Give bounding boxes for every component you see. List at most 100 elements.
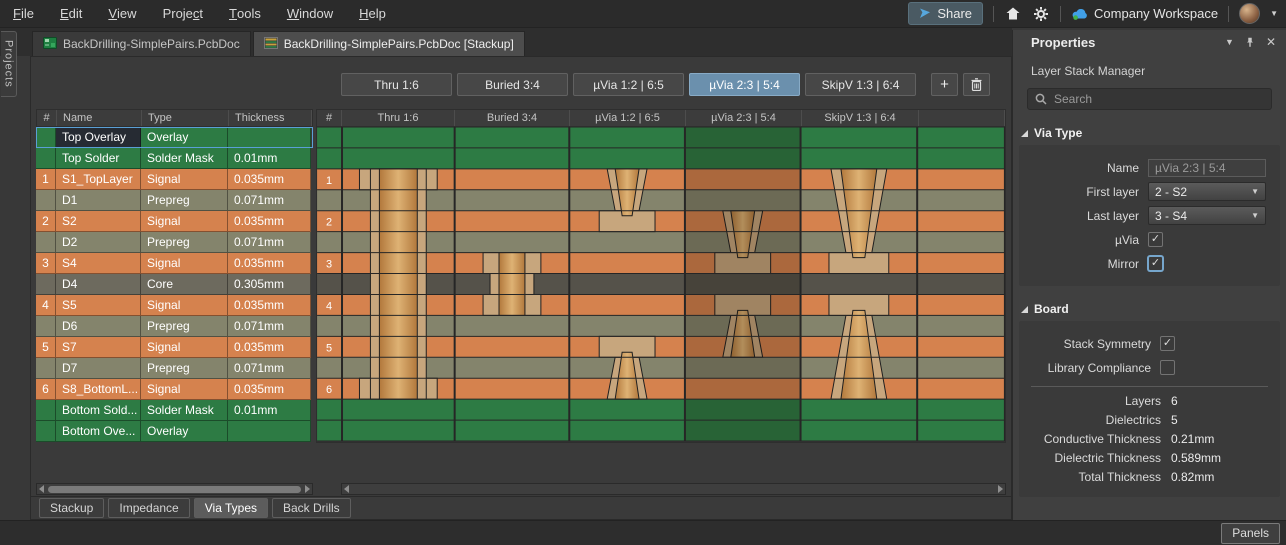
- stackup-table: #NameTypeThickness Top OverlayOverlayTop…: [36, 109, 313, 442]
- menu-edit[interactable]: Edit: [47, 0, 95, 27]
- via-type-tab[interactable]: Buried 3:4: [457, 73, 568, 96]
- cross-section-column-header: µVia 2:3 | 5:4: [686, 110, 802, 126]
- chevron-down-icon[interactable]: ▼: [1270, 9, 1278, 18]
- svg-text:5: 5: [326, 342, 332, 354]
- stackup-row[interactable]: D7Prepreg0.071mm: [36, 358, 313, 379]
- stackup-cross-section-svg[interactable]: 123456: [316, 127, 1006, 443]
- add-via-type-button[interactable]: +: [931, 73, 958, 96]
- bottom-tab-via-types[interactable]: Via Types: [194, 498, 268, 518]
- scroll-right-arrow[interactable]: [305, 485, 310, 493]
- panel-menu-icon[interactable]: ▼: [1225, 37, 1234, 47]
- bottom-tab-stackup[interactable]: Stackup: [39, 498, 104, 518]
- panels-button[interactable]: Panels: [1221, 523, 1280, 544]
- stackup-row[interactable]: Bottom Ove...Overlay: [36, 421, 313, 442]
- menu-file[interactable]: File: [0, 0, 47, 27]
- stat-value: 0.21mm: [1171, 432, 1214, 446]
- scrollbar-thumb[interactable]: [48, 486, 301, 493]
- delete-via-type-button[interactable]: [963, 73, 990, 96]
- stat-label: Conductive Thickness: [1029, 432, 1161, 446]
- stackup-row[interactable]: D6Prepreg0.071mm: [36, 316, 313, 337]
- stat-label: Total Thickness: [1029, 470, 1161, 484]
- stack-symmetry-label: Stack Symmetry: [1029, 337, 1151, 351]
- stackup-row[interactable]: Top OverlayOverlay: [36, 127, 313, 148]
- projects-panel-tab[interactable]: Projects: [1, 31, 17, 97]
- cell-num: 6: [36, 379, 56, 400]
- via-type-tab[interactable]: SkipV 1:3 | 6:4: [805, 73, 916, 96]
- stackup-row[interactable]: 6S8_BottomL...Signal0.035mm: [36, 379, 313, 400]
- share-button[interactable]: Share: [908, 2, 983, 25]
- via-type-tab[interactable]: µVia 1:2 | 6:5: [573, 73, 684, 96]
- stackup-row[interactable]: D4Core0.305mm: [36, 274, 313, 295]
- doc-tab-active[interactable]: BackDrilling-SimplePairs.PcbDoc [Stackup…: [253, 31, 525, 56]
- stackup-row[interactable]: D1Prepreg0.071mm: [36, 190, 313, 211]
- menu-window[interactable]: Window: [274, 0, 346, 27]
- cell-num: [36, 232, 56, 253]
- svg-text:6: 6: [326, 384, 332, 396]
- stackup-row[interactable]: Bottom Sold...Solder Mask0.01mm: [36, 400, 313, 421]
- svg-text:4: 4: [326, 300, 332, 312]
- chevron-down-icon: ▼: [1251, 211, 1259, 220]
- column-header: #: [37, 110, 57, 126]
- avatar[interactable]: [1239, 3, 1260, 24]
- stack-symmetry-checkbox[interactable]: ✓: [1160, 336, 1175, 351]
- cell-num: 5: [36, 337, 56, 358]
- cell-name: D2: [56, 232, 141, 253]
- bottom-tab-back-drills[interactable]: Back Drills: [272, 498, 351, 518]
- stackup-row[interactable]: Top SolderSolder Mask0.01mm: [36, 148, 313, 169]
- cell-name: S5: [56, 295, 141, 316]
- cell-thick: 0.01mm: [228, 148, 311, 169]
- via-name-field[interactable]: µVia 2:3 | 5:4: [1148, 159, 1266, 177]
- search-input[interactable]: Search: [1027, 88, 1272, 110]
- right-horizontal-scrollbar[interactable]: [341, 483, 1006, 495]
- cell-num: [36, 400, 56, 421]
- cell-name: S7: [56, 337, 141, 358]
- stackup-row[interactable]: 5S7Signal0.035mm: [36, 337, 313, 358]
- first-layer-select[interactable]: 2 - S2▼: [1148, 182, 1266, 201]
- stackup-row[interactable]: 1S1_TopLayerSignal0.035mm: [36, 169, 313, 190]
- via-type-tab[interactable]: µVia 2:3 | 5:4: [689, 73, 800, 96]
- via-type-section-header[interactable]: Via Type: [1021, 126, 1278, 140]
- board-stat-row: Total Thickness0.82mm: [1029, 470, 1270, 484]
- stackup-row[interactable]: 2S2Signal0.035mm: [36, 211, 313, 232]
- home-icon[interactable]: [1004, 5, 1022, 23]
- stackup-row[interactable]: D2Prepreg0.071mm: [36, 232, 313, 253]
- cell-thick: 0.071mm: [228, 358, 311, 379]
- cell-type: Overlay: [141, 421, 228, 442]
- scroll-left-arrow[interactable]: [344, 485, 349, 493]
- bottom-tab-impedance[interactable]: Impedance: [108, 498, 189, 518]
- scroll-left-arrow[interactable]: [39, 485, 44, 493]
- separator: [993, 6, 994, 22]
- menu-help[interactable]: Help: [346, 0, 399, 27]
- doc-tab[interactable]: BackDrilling-SimplePairs.PcbDoc: [32, 31, 251, 56]
- workspace-button[interactable]: Company Workspace: [1071, 6, 1218, 21]
- menu-project[interactable]: Project: [150, 0, 216, 27]
- board-stats: Layers6Dielectrics5Conductive Thickness0…: [1029, 394, 1270, 484]
- cell-num: [36, 190, 56, 211]
- separator: [1060, 6, 1061, 22]
- via-type-tab[interactable]: Thru 1:6: [341, 73, 452, 96]
- cross-section-column-header: [919, 110, 1005, 126]
- menu-view[interactable]: View: [95, 0, 149, 27]
- last-layer-select[interactable]: 3 - S4▼: [1148, 206, 1266, 225]
- uvia-checkbox[interactable]: ✓: [1148, 232, 1163, 247]
- close-icon[interactable]: ✕: [1266, 35, 1276, 49]
- cell-type: Signal: [141, 379, 228, 400]
- mirror-checkbox[interactable]: ✓: [1148, 256, 1163, 271]
- section-expand-icon: [1021, 306, 1028, 313]
- cell-thick: 0.071mm: [228, 232, 311, 253]
- library-compliance-checkbox[interactable]: [1160, 360, 1175, 375]
- menu-tools[interactable]: Tools: [216, 0, 274, 27]
- stackup-row[interactable]: 3S4Signal0.035mm: [36, 253, 313, 274]
- cell-num: 2: [36, 211, 56, 232]
- board-section-header[interactable]: Board: [1021, 302, 1278, 316]
- stackup-row[interactable]: 4S5Signal0.035mm: [36, 295, 313, 316]
- gear-icon[interactable]: [1032, 5, 1050, 23]
- left-horizontal-scrollbar[interactable]: [36, 483, 313, 495]
- cell-num: [36, 274, 56, 295]
- scroll-right-arrow[interactable]: [998, 485, 1003, 493]
- cell-type: Prepreg: [141, 358, 228, 379]
- cell-type: Signal: [141, 295, 228, 316]
- statusbar: Panels: [0, 520, 1286, 545]
- layer-stack-document: Thru 1:6Buried 3:4µVia 1:2 | 6:5µVia 2:3…: [30, 56, 1012, 520]
- pin-icon[interactable]: [1244, 36, 1256, 49]
